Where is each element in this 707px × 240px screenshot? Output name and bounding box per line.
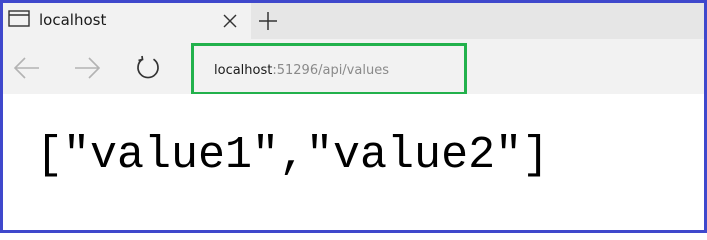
page-content: ["value1","value2"] <box>3 94 704 230</box>
back-arrow-icon[interactable] <box>11 53 43 83</box>
url-path: :51296/api/values <box>272 63 389 78</box>
url-host: localhost <box>214 63 273 78</box>
address-bar[interactable]: localhost:51296/api/values <box>191 43 467 95</box>
browser-tab-icon <box>8 10 30 27</box>
refresh-icon[interactable] <box>132 53 164 83</box>
json-response: ["value1","value2"] <box>36 130 550 181</box>
tab-strip: localhost <box>3 3 704 39</box>
navigation-toolbar: localhost:51296/api/values <box>3 39 704 95</box>
tab-localhost[interactable]: localhost <box>3 3 251 39</box>
close-icon[interactable] <box>219 10 241 32</box>
url-text: localhost:51296/api/values <box>214 63 389 78</box>
browser-window: localhost localhost:51296/api/values ["v… <box>0 0 707 233</box>
tab-title: localhost <box>39 11 107 29</box>
forward-arrow-icon[interactable] <box>71 53 103 83</box>
plus-icon[interactable] <box>256 9 280 33</box>
